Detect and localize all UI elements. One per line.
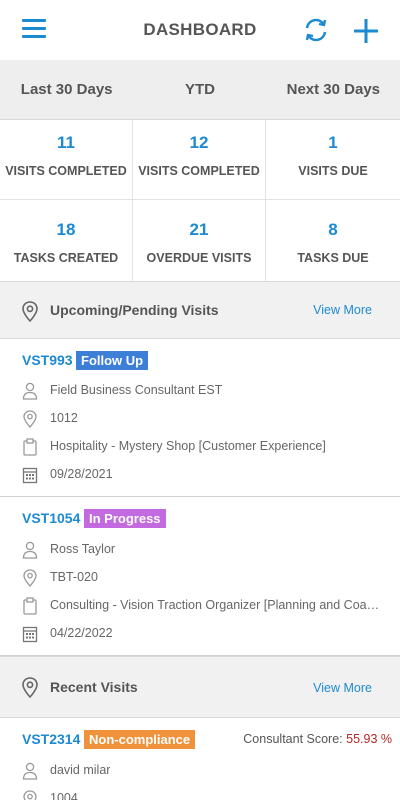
tab-next-30-days[interactable]: Next 30 Days bbox=[267, 60, 400, 119]
stat-overdue-visits[interactable]: 21 OVERDUE VISITS bbox=[133, 200, 266, 282]
person-icon bbox=[22, 382, 38, 400]
category-row: Consulting - Vision Traction Organizer [… bbox=[22, 596, 392, 616]
page-title: DASHBOARD bbox=[143, 20, 257, 39]
date-row: 09/28/2021 bbox=[22, 465, 392, 485]
refresh-icon[interactable] bbox=[303, 17, 329, 43]
consultant-row: Field Business Consultant EST bbox=[22, 381, 392, 401]
location-pin-icon bbox=[22, 677, 38, 699]
visit-id[interactable]: VST1054 bbox=[22, 510, 80, 526]
stat-label: OVERDUE VISITS bbox=[146, 251, 252, 265]
section-title: Upcoming/Pending Visits bbox=[50, 302, 219, 318]
location-pin-icon bbox=[23, 790, 37, 800]
period-tabs: Last 30 Days YTD Next 30 Days bbox=[0, 60, 400, 120]
clipboard-icon bbox=[23, 597, 37, 615]
score-value: 55.93 % bbox=[346, 732, 392, 746]
status-badge: Non-compliance bbox=[84, 730, 196, 749]
consultant-name: Ross Taylor bbox=[50, 542, 116, 556]
clipboard-icon bbox=[23, 438, 37, 456]
stat-value: 18 bbox=[56, 220, 76, 239]
stat-value: 1 bbox=[328, 133, 338, 152]
stat-value: 8 bbox=[328, 220, 338, 239]
location-code: 1012 bbox=[50, 411, 78, 425]
location-code: 1004 bbox=[50, 791, 78, 800]
view-more-link[interactable]: View More bbox=[313, 303, 372, 317]
view-more-link[interactable]: View More bbox=[313, 681, 372, 695]
calendar-icon bbox=[22, 626, 38, 643]
stat-visits-completed[interactable]: 11 VISITS COMPLETED bbox=[0, 120, 133, 200]
category-row: Hospitality - Mystery Shop [Customer Exp… bbox=[22, 437, 392, 457]
location-pin-icon bbox=[23, 569, 37, 587]
location-code: TBT-020 bbox=[50, 570, 98, 584]
stat-label: VISITS COMPLETED bbox=[138, 164, 260, 178]
visit-id[interactable]: VST2314 bbox=[22, 731, 80, 747]
section-title: Recent Visits bbox=[50, 679, 138, 695]
stat-value: 21 bbox=[189, 220, 209, 239]
location-row: 1012 bbox=[22, 409, 392, 429]
consultant-name: Field Business Consultant EST bbox=[50, 383, 223, 397]
add-icon[interactable] bbox=[352, 17, 380, 45]
stat-tasks-created[interactable]: 18 TASKS CREATED bbox=[0, 200, 133, 282]
person-icon bbox=[22, 541, 38, 559]
upcoming-visits-header: Upcoming/Pending Visits View More bbox=[0, 281, 400, 339]
tab-ytd[interactable]: YTD bbox=[133, 60, 266, 119]
stat-tasks-due[interactable]: 8 TASKS DUE bbox=[266, 200, 400, 282]
visit-date: 09/28/2021 bbox=[50, 467, 113, 481]
stats-grid: 11 VISITS COMPLETED 12 VISITS COMPLETED … bbox=[0, 120, 400, 282]
top-app-bar: DASHBOARD bbox=[0, 0, 400, 60]
stat-label: VISITS COMPLETED bbox=[5, 164, 127, 178]
score-label: Consultant Score: bbox=[243, 732, 343, 746]
tab-last-30-days[interactable]: Last 30 Days bbox=[0, 60, 133, 119]
location-row: 1004 bbox=[22, 789, 392, 800]
stat-label: TASKS DUE bbox=[297, 251, 369, 265]
date-row: 04/22/2022 bbox=[22, 624, 392, 644]
stat-value: 12 bbox=[189, 133, 209, 152]
visit-card[interactable]: VST2314 Non-compliance Consultant Score:… bbox=[0, 718, 400, 800]
visit-category: Consulting - Vision Traction Organizer [… bbox=[50, 598, 385, 612]
stat-label: VISITS DUE bbox=[298, 164, 368, 178]
consultant-row: Ross Taylor bbox=[22, 540, 392, 560]
visit-card[interactable]: VST1054 In Progress Ross Taylor TBT-020 … bbox=[0, 497, 400, 656]
calendar-icon bbox=[22, 467, 38, 484]
stat-visits-due[interactable]: 1 VISITS DUE bbox=[266, 120, 400, 200]
recent-visits-header: Recent Visits View More bbox=[0, 656, 400, 718]
consultant-row: david milar bbox=[22, 761, 392, 781]
visit-date: 04/22/2022 bbox=[50, 626, 113, 640]
location-pin-icon bbox=[22, 301, 38, 323]
visit-id[interactable]: VST993 bbox=[22, 352, 73, 368]
stat-label: TASKS CREATED bbox=[13, 251, 119, 265]
visit-category: Hospitality - Mystery Shop [Customer Exp… bbox=[50, 439, 326, 453]
consultant-score: Consultant Score: 55.93 % bbox=[243, 732, 392, 746]
stat-visits-completed-2[interactable]: 12 VISITS COMPLETED bbox=[133, 120, 266, 200]
person-icon bbox=[22, 762, 38, 780]
consultant-name: david milar bbox=[50, 763, 111, 777]
status-badge: Follow Up bbox=[76, 351, 149, 370]
status-badge: In Progress bbox=[84, 509, 166, 528]
visit-card[interactable]: VST993 Follow Up Field Business Consulta… bbox=[0, 339, 400, 497]
stat-value: 11 bbox=[57, 133, 75, 152]
location-pin-icon bbox=[23, 410, 37, 428]
location-row: TBT-020 bbox=[22, 568, 392, 588]
